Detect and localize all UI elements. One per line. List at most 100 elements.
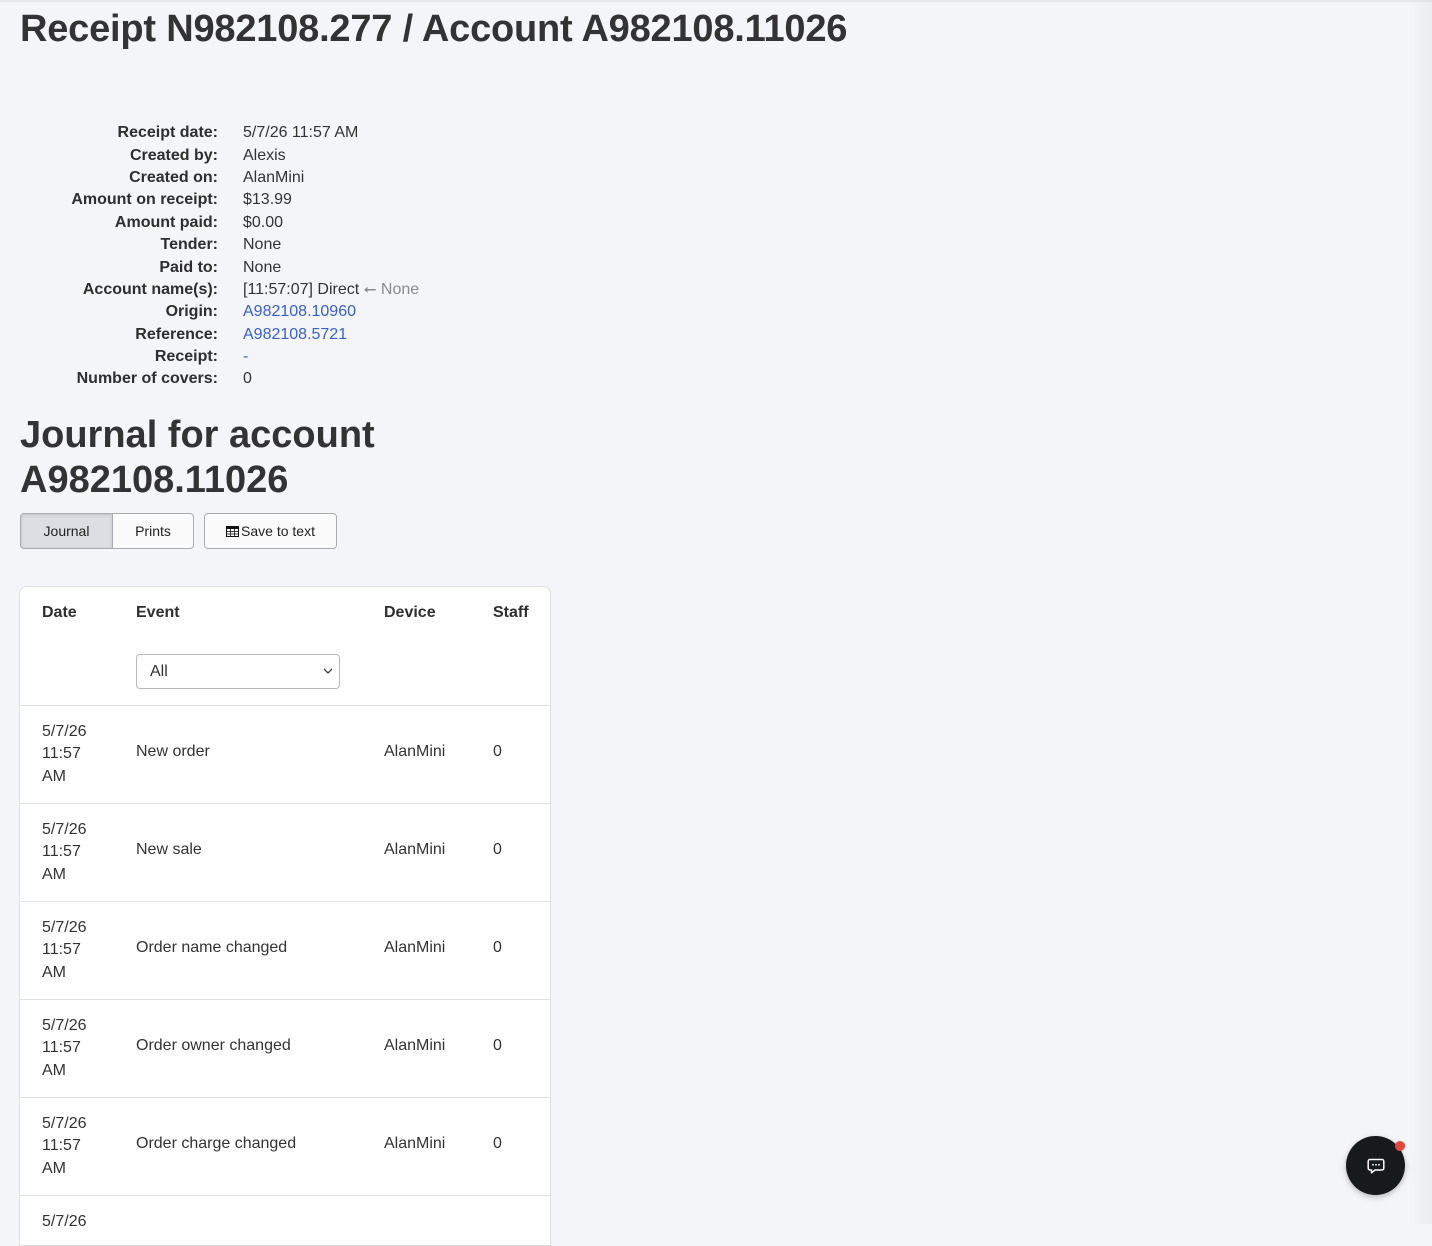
cell-device: AlanMini	[384, 1037, 446, 1054]
time-line: 11:57	[42, 745, 81, 763]
receipt-details: Receipt date: 5/7/26 11:57 AM Created by…	[20, 122, 419, 391]
cell-staff: 0	[493, 841, 502, 858]
table-row[interactable]: 5/7/26 11:57 AM Order charge changed Ala…	[20, 1098, 550, 1196]
account-name-previous: ⭠ None	[363, 280, 420, 298]
detail-label: Created by:	[129, 146, 218, 164]
ampm-line: AM	[42, 963, 66, 981]
scroll-edge	[1408, 0, 1432, 1224]
detail-label: Receipt:	[154, 348, 218, 366]
ampm-line: AM	[42, 1061, 66, 1079]
detail-label: Amount on receipt:	[71, 191, 218, 209]
table-icon	[226, 525, 240, 537]
column-device[interactable]: Device	[384, 604, 436, 622]
detail-reference: Reference: A982108.5721	[20, 324, 419, 346]
tab-prints[interactable]: Prints	[113, 513, 194, 549]
detail-amount-paid: Amount paid: $0.00	[20, 212, 419, 234]
account-name-text: [11:57:07] Direct	[243, 280, 360, 298]
date-line: 5/7/26	[42, 1115, 87, 1132]
ampm-line: AM	[42, 767, 66, 785]
detail-created-on: Created on: AlanMini	[20, 167, 419, 189]
notification-dot	[1395, 1141, 1405, 1151]
time-line: 11:57	[42, 1039, 81, 1057]
detail-label: Receipt date:	[117, 124, 218, 142]
cell-staff: 0	[493, 743, 502, 760]
detail-number-of-covers: Number of covers: 0	[20, 368, 419, 390]
detail-receipt: Receipt: -	[20, 346, 419, 368]
save-to-text-label: Save to text	[241, 523, 315, 539]
time-line: 11:57	[42, 941, 81, 959]
cell-device: AlanMini	[384, 743, 446, 760]
detail-value: $0.00	[243, 213, 284, 231]
cell-device: AlanMini	[384, 939, 446, 956]
date-line: 5/7/26	[42, 1017, 87, 1034]
detail-label: Reference:	[135, 325, 218, 343]
detail-value: 0	[243, 370, 252, 388]
table-row[interactable]: 5/7/26 11:57 AM Order owner changed Alan…	[20, 1000, 550, 1098]
detail-label: Amount paid:	[114, 213, 218, 231]
detail-label: Paid to:	[159, 258, 218, 276]
cell-event: New sale	[136, 841, 202, 858]
save-to-text-button[interactable]: Save to text	[204, 513, 337, 549]
cell-event: Order name changed	[136, 939, 288, 956]
cell-date: 5/7/26 11:57 AM	[42, 917, 112, 984]
column-staff[interactable]: Staff	[493, 604, 529, 622]
table-row[interactable]: 5/7/26 11:57 AM New order AlanMini 0	[20, 706, 550, 804]
detail-value: [11:57:07] Direct ⭠ None	[243, 281, 419, 299]
cell-device: AlanMini	[384, 1135, 446, 1152]
chat-bubble-icon	[1366, 1158, 1385, 1174]
detail-label: Origin:	[165, 303, 218, 321]
table-row[interactable]: 5/7/26 11:57 AM Order name changed AlanM…	[20, 902, 550, 1000]
table-header: Date Event Device Staff All	[20, 587, 550, 706]
detail-label: Tender:	[160, 236, 218, 254]
reference-link[interactable]: A982108.5721	[243, 326, 347, 344]
detail-value: Alexis	[243, 146, 286, 164]
event-filter-select[interactable]: All	[136, 654, 340, 689]
detail-label: Number of covers:	[76, 370, 218, 388]
detail-value: None	[243, 258, 282, 276]
cell-staff: 0	[493, 1135, 502, 1152]
cell-staff: 0	[493, 1037, 502, 1054]
ampm-line: AM	[42, 1159, 66, 1177]
date-line: 5/7/26	[42, 821, 87, 838]
date-line: 5/7/26	[42, 919, 87, 936]
cell-date: 5/7/26	[42, 1211, 112, 1233]
cell-date: 5/7/26 11:57 AM	[42, 819, 112, 886]
event-filter-value: All	[150, 662, 168, 680]
cell-staff: 0	[493, 939, 502, 956]
journal-view-toggle: Journal Prints	[20, 513, 194, 549]
journal-table: Date Event Device Staff All 5/7/26 11:57…	[19, 586, 551, 1246]
receipt-link[interactable]: -	[243, 348, 248, 366]
top-border	[0, 0, 1432, 2]
detail-value: $13.99	[243, 191, 292, 209]
time-line: 11:57	[42, 843, 81, 861]
detail-paid-to: Paid to: None	[20, 256, 419, 278]
detail-tender: Tender: None	[20, 234, 419, 256]
column-event[interactable]: Event	[136, 604, 180, 622]
detail-created-by: Created by: Alexis	[20, 144, 419, 166]
cell-date: 5/7/26 11:57 AM	[42, 1113, 112, 1180]
time-line: 11:57	[42, 1137, 81, 1155]
detail-value: None	[243, 236, 282, 254]
table-row[interactable]: 5/7/26 11:57 AM New sale AlanMini 0	[20, 804, 550, 902]
detail-value: AlanMini	[243, 168, 305, 186]
cell-event: Order charge changed	[136, 1135, 297, 1152]
date-line: 5/7/26	[42, 723, 87, 740]
page-title: Receipt N982108.277 / Account A982108.11…	[20, 8, 848, 50]
detail-origin: Origin: A982108.10960	[20, 301, 419, 323]
detail-amount-on-receipt: Amount on receipt: $13.99	[20, 189, 419, 211]
date-line: 5/7/26	[42, 1213, 87, 1230]
cell-date: 5/7/26 11:57 AM	[42, 721, 112, 788]
column-date[interactable]: Date	[42, 604, 77, 622]
cell-event: Order owner changed	[136, 1037, 291, 1054]
detail-label: Account name(s):	[82, 280, 218, 298]
detail-label: Created on:	[129, 168, 218, 186]
detail-account-names: Account name(s): [11:57:07] Direct ⭠ Non…	[20, 279, 419, 301]
tab-journal[interactable]: Journal	[20, 513, 113, 549]
chevron-down-icon	[323, 668, 333, 674]
table-row[interactable]: 5/7/26	[20, 1196, 550, 1245]
origin-link[interactable]: A982108.10960	[243, 303, 356, 321]
cell-device: AlanMini	[384, 841, 446, 858]
journal-title: Journal for account A982108.11026	[20, 414, 375, 501]
detail-receipt-date: Receipt date: 5/7/26 11:57 AM	[20, 122, 419, 144]
ampm-line: AM	[42, 865, 66, 883]
